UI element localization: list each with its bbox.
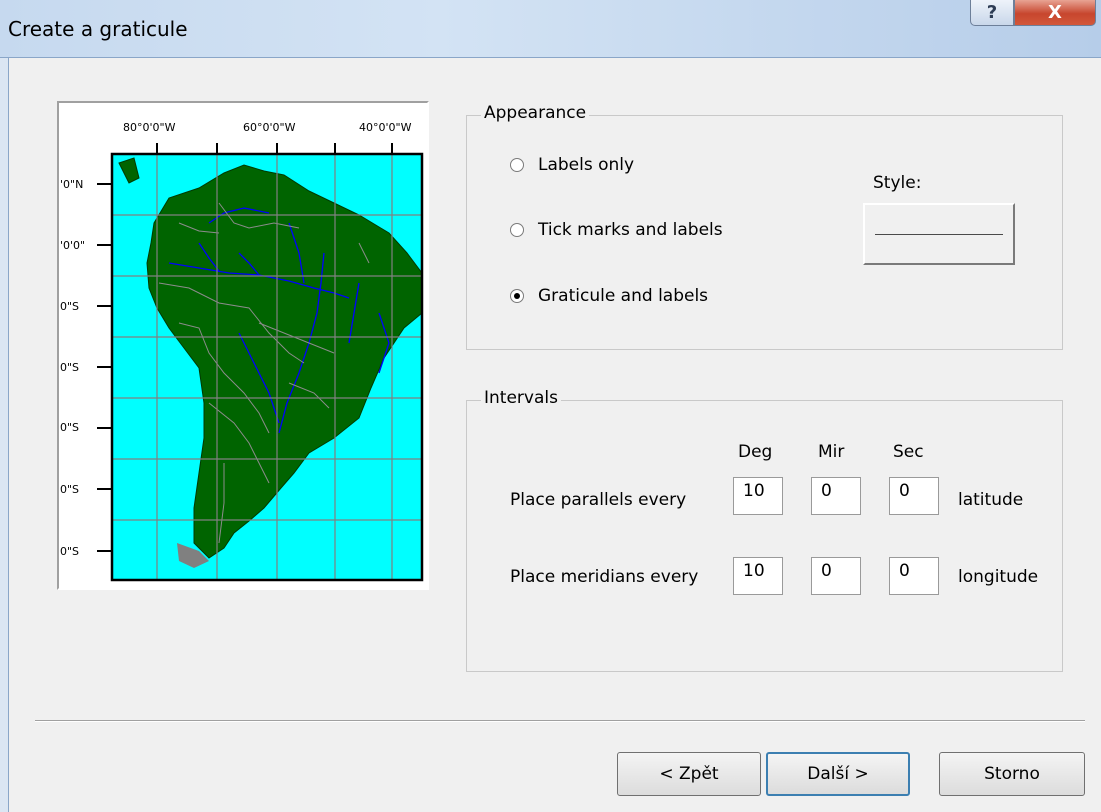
radio-button[interactable] — [510, 158, 524, 172]
radio-selected-dot — [514, 293, 520, 299]
footer-separator — [35, 720, 1085, 722]
header-min: Mir — [818, 442, 845, 462]
help-button[interactable]: ? — [970, 0, 1014, 26]
title-bar: Create a graticule ? X — [0, 0, 1101, 58]
parallels-unit: latitude — [958, 490, 1024, 510]
radio-label: Tick marks and labels — [538, 220, 723, 240]
style-button[interactable] — [863, 203, 1015, 265]
intervals-group: Intervals — [466, 388, 1063, 672]
appearance-title: Appearance — [481, 103, 590, 123]
left-label-7: 0"S — [60, 545, 79, 558]
left-label-2: '0'0" — [60, 239, 85, 252]
help-icon: ? — [986, 2, 998, 23]
header-deg: Deg — [738, 442, 773, 462]
parallels-label: Place parallels every — [510, 490, 687, 510]
left-label-5: 0"S — [60, 421, 79, 434]
radio-tick-marks-and-labels[interactable]: Tick marks and labels — [510, 220, 723, 240]
meridians-unit: longitude — [958, 567, 1039, 587]
radio-label: Labels only — [538, 155, 635, 175]
radio-graticule-and-labels[interactable]: Graticule and labels — [510, 286, 708, 306]
radio-button-selected[interactable] — [510, 289, 524, 303]
parallels-deg-field[interactable]: 10 — [733, 477, 783, 515]
radio-labels-only[interactable]: Labels only — [510, 155, 634, 175]
left-label-3: 0"S — [60, 300, 79, 313]
top-label-3: 40°0'0"W — [359, 121, 412, 134]
header-sec: Sec — [893, 442, 924, 462]
meridians-sec-field[interactable]: 0 — [889, 557, 939, 595]
radio-label: Graticule and labels — [538, 286, 709, 306]
top-label-2: 60°0'0"W — [243, 121, 296, 134]
left-label-6: 0"S — [60, 483, 79, 496]
parallels-min-field[interactable]: 0 — [811, 477, 861, 515]
window-title: Create a graticule — [8, 17, 188, 41]
top-label-1: 80°0'0"W — [123, 121, 176, 134]
left-label-1: '0"N — [60, 178, 83, 191]
cancel-button[interactable]: Storno — [939, 752, 1085, 796]
next-button[interactable]: Další > — [766, 752, 910, 796]
intervals-title: Intervals — [481, 388, 561, 408]
meridians-deg-field[interactable]: 10 — [733, 557, 783, 595]
close-icon: X — [1048, 2, 1062, 23]
window-left-border — [0, 58, 9, 812]
graticule-preview: 80°0'0"W 60°0'0"W 40°0'0"W '0"N '0'0" 0"… — [57, 101, 429, 590]
radio-button[interactable] — [510, 223, 524, 237]
meridians-label: Place meridians every — [510, 567, 699, 587]
back-button[interactable]: < Zpět — [617, 752, 761, 796]
parallels-sec-field[interactable]: 0 — [889, 477, 939, 515]
left-label-4: 0"S — [60, 361, 79, 374]
close-button[interactable]: X — [1014, 0, 1096, 26]
preview-map: 80°0'0"W 60°0'0"W 40°0'0"W '0"N '0'0" 0"… — [60, 121, 424, 582]
meridians-min-field[interactable]: 0 — [811, 557, 861, 595]
style-label: Style: — [873, 173, 922, 193]
line-style-swatch — [875, 234, 1003, 235]
